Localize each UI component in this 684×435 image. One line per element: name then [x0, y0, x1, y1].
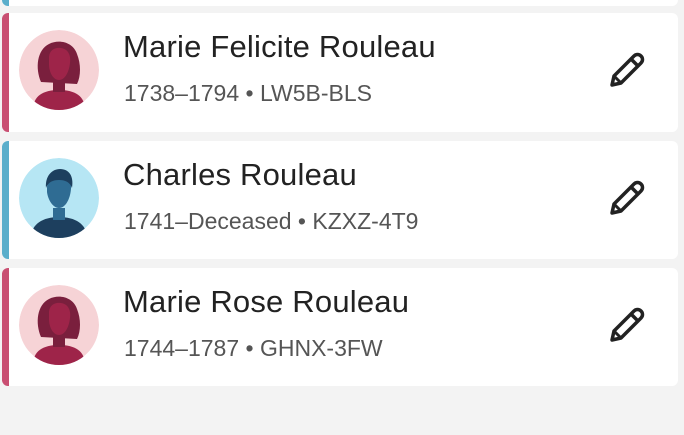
female-silhouette-icon	[19, 30, 99, 110]
person-card-partial[interactable]	[2, 0, 678, 6]
separator-dot: •	[245, 80, 254, 106]
pencil-icon	[610, 180, 645, 215]
separator-dot: •	[297, 208, 306, 234]
person-dates: 1744–1787	[124, 335, 240, 361]
edit-button[interactable]	[604, 47, 650, 93]
male-silhouette-icon	[19, 158, 99, 238]
person-card[interactable]: Marie Rose Rouleau 1744–1787 • GHNX-3FW	[2, 268, 678, 386]
person-card[interactable]: Charles Rouleau 1741–Deceased • KZXZ-4T9	[2, 141, 678, 259]
person-id: KZXZ-4T9	[312, 208, 419, 234]
person-name[interactable]: Marie Felicite Rouleau	[123, 29, 436, 65]
person-id: GHNX-3FW	[259, 335, 383, 361]
female-silhouette-icon	[19, 285, 99, 365]
person-details: 1741–Deceased • KZXZ-4T9	[124, 208, 418, 235]
person-name[interactable]: Marie Rose Rouleau	[123, 284, 409, 320]
person-id: LW5B-BLS	[259, 80, 373, 106]
person-details: 1744–1787 • GHNX-3FW	[124, 335, 383, 362]
edit-button[interactable]	[604, 302, 650, 348]
person-name[interactable]: Charles Rouleau	[123, 157, 357, 193]
person-list: Marie Felicite Rouleau 1738–1794 • LW5B-…	[0, 0, 684, 435]
person-card[interactable]: Marie Felicite Rouleau 1738–1794 • LW5B-…	[2, 13, 678, 132]
gender-stripe	[2, 141, 9, 259]
gender-stripe	[2, 13, 9, 132]
separator-dot: •	[245, 335, 254, 361]
gender-stripe	[2, 268, 9, 386]
person-details: 1738–1794 • LW5B-BLS	[124, 80, 372, 107]
gender-stripe	[2, 0, 9, 6]
pencil-icon	[610, 307, 645, 342]
person-dates: 1741–Deceased	[124, 208, 292, 234]
edit-button[interactable]	[604, 175, 650, 221]
pencil-icon	[610, 52, 645, 87]
person-dates: 1738–1794	[124, 80, 240, 106]
